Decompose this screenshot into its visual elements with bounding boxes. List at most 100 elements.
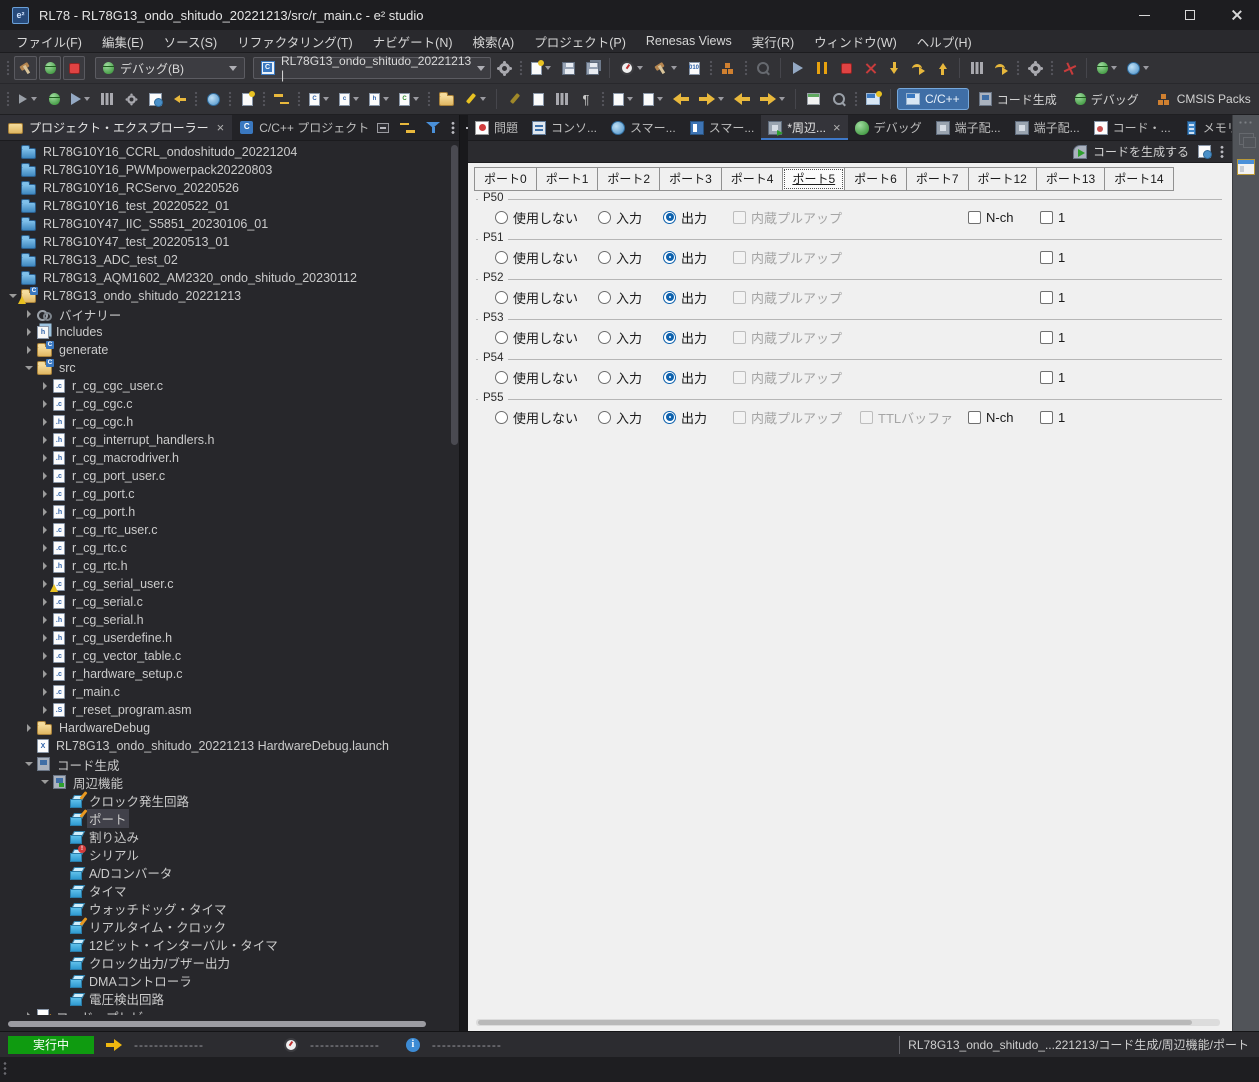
radio-icon[interactable] xyxy=(598,330,611,344)
tree-item[interactable]: コード生成 xyxy=(0,755,449,773)
view-tab[interactable]: スマー... xyxy=(683,115,762,140)
stop-debug-button[interactable] xyxy=(835,56,857,80)
tree-item[interactable]: .h r_cg_rtc.h xyxy=(0,557,449,575)
radio-option[interactable]: 入力 xyxy=(598,248,642,266)
open-perspective-button[interactable] xyxy=(862,87,884,111)
menu-item[interactable]: ヘルプ(H) xyxy=(907,30,982,53)
tree-item[interactable]: RL78G13_AQM1602_AM2320_ondo_shitudo_2023… xyxy=(0,269,449,287)
menu-item[interactable]: Renesas Views xyxy=(636,32,742,50)
terminate-button[interactable] xyxy=(63,56,85,80)
checkbox-icon[interactable] xyxy=(1040,370,1053,384)
menu-item[interactable]: プロジェクト(P) xyxy=(524,30,636,53)
chevron-collapsed-icon[interactable] xyxy=(38,434,51,447)
prev-annotation-button[interactable] xyxy=(551,87,573,111)
tree-item[interactable]: .c r_cg_vector_table.c xyxy=(0,647,449,665)
tree-item[interactable]: .h r_cg_serial.h xyxy=(0,611,449,629)
new-wizard-button[interactable] xyxy=(527,56,555,80)
checkbox-icon[interactable] xyxy=(968,210,981,224)
radio-option[interactable]: 使用しない xyxy=(495,248,578,266)
tree-item[interactable]: .c r_cg_port_user.c xyxy=(0,467,449,485)
tree-item[interactable]: ウォッチドッグ・タイマ xyxy=(0,899,449,917)
back-button[interactable] xyxy=(730,87,754,111)
checkbox-option[interactable]: 1 xyxy=(1040,408,1065,426)
tree-item[interactable]: コード・プレビュー xyxy=(0,1007,449,1015)
save-all-button[interactable] xyxy=(581,56,603,80)
build-button[interactable] xyxy=(14,56,37,80)
radio-option[interactable]: 入力 xyxy=(598,328,642,346)
new-c-source-button[interactable]: c xyxy=(335,87,363,111)
next-annotation-button[interactable] xyxy=(527,87,549,111)
debug-settings-button[interactable] xyxy=(1024,56,1046,80)
checkbox-icon[interactable] xyxy=(1040,250,1053,264)
view-menu-icon[interactable] xyxy=(1220,144,1224,159)
build-all-button[interactable] xyxy=(616,56,647,80)
checkbox-option[interactable]: 1 xyxy=(1040,208,1065,226)
menu-item[interactable]: 編集(E) xyxy=(92,30,154,53)
port-tab[interactable]: ポート0 xyxy=(474,167,537,191)
checkbox-icon[interactable] xyxy=(1040,210,1053,224)
menu-item[interactable]: 実行(R) xyxy=(742,30,804,53)
restart-button[interactable] xyxy=(43,87,65,111)
run-history-button[interactable] xyxy=(1123,56,1153,80)
launch-mode-combo[interactable]: デバッグ(B) xyxy=(95,57,245,79)
new-class-button[interactable] xyxy=(236,87,258,111)
watch-button[interactable] xyxy=(120,87,142,111)
port-tab[interactable]: ポート4 xyxy=(720,167,784,191)
checkbox-icon[interactable] xyxy=(1040,330,1053,344)
tree-item[interactable]: src xyxy=(0,358,449,377)
chevron-collapsed-icon[interactable] xyxy=(38,524,51,537)
tree-item[interactable]: 電圧検出回路 xyxy=(0,989,449,1007)
instruction-step-button[interactable] xyxy=(966,56,988,80)
radio-icon[interactable] xyxy=(663,250,676,264)
menu-item[interactable]: 検索(A) xyxy=(463,30,525,53)
checkbox-option[interactable]: 1 xyxy=(1040,248,1065,266)
new-window-button[interactable] xyxy=(802,87,824,111)
link-button[interactable] xyxy=(270,87,293,111)
radio-option[interactable]: 出力 xyxy=(663,208,707,226)
view-tab[interactable]: コード・... xyxy=(1087,115,1178,140)
tree-item[interactable]: generate xyxy=(0,340,449,359)
tree-item[interactable]: .h r_cg_macrodriver.h xyxy=(0,449,449,467)
radio-icon[interactable] xyxy=(663,370,676,384)
report-icon[interactable] xyxy=(1198,145,1212,159)
checkbox-option[interactable]: 1 xyxy=(1040,368,1065,386)
radio-icon[interactable] xyxy=(663,410,676,424)
radio-icon[interactable] xyxy=(495,330,508,344)
view-tab[interactable]: 端子配... xyxy=(1008,115,1087,140)
chevron-collapsed-icon[interactable] xyxy=(38,704,51,717)
restore-views-icon[interactable] xyxy=(1238,133,1256,148)
radio-icon[interactable] xyxy=(495,290,508,304)
step-return-button[interactable] xyxy=(931,56,953,80)
tree-item[interactable]: .c r_cg_serial_user.c xyxy=(0,575,449,593)
chevron-collapsed-icon[interactable] xyxy=(38,668,51,681)
disconnect-button[interactable] xyxy=(859,56,881,80)
tree-item[interactable]: 割り込み xyxy=(0,827,449,845)
resume-button[interactable] xyxy=(787,56,809,80)
trace-button[interactable] xyxy=(990,56,1012,80)
close-tab-icon[interactable]: × xyxy=(833,121,841,134)
tree-item[interactable]: .c r_hardware_setup.c xyxy=(0,665,449,683)
chevron-collapsed-icon[interactable] xyxy=(38,686,51,699)
step-filters-button[interactable] xyxy=(14,87,41,111)
open-element-button[interactable] xyxy=(435,87,458,111)
radio-icon[interactable] xyxy=(495,210,508,224)
tree-item[interactable]: .c r_main.c xyxy=(0,683,449,701)
port-tab[interactable]: ポート14 xyxy=(1104,167,1174,191)
chevron-expanded-icon[interactable] xyxy=(38,776,51,789)
codegen-report-button[interactable] xyxy=(144,87,166,111)
tree-item[interactable]: .S r_reset_program.asm xyxy=(0,701,449,719)
mark-occurrences-button[interactable] xyxy=(503,87,525,111)
new-cpp-project-button[interactable]: C xyxy=(395,87,423,111)
port-tab[interactable]: ポート2 xyxy=(597,167,661,191)
new-header-button[interactable]: h xyxy=(365,87,393,111)
launch-settings-button[interactable] xyxy=(493,56,515,80)
radio-icon[interactable] xyxy=(598,410,611,424)
chevron-collapsed-icon[interactable] xyxy=(38,452,51,465)
radio-icon[interactable] xyxy=(663,290,676,304)
generate-code-button[interactable]: コードを生成する xyxy=(1072,143,1189,160)
port-tab[interactable]: ポート13 xyxy=(1035,167,1106,191)
refresh-tree-button[interactable] xyxy=(168,87,190,111)
tree-item[interactable]: .c r_cg_rtc.c xyxy=(0,539,449,557)
radio-icon[interactable] xyxy=(663,330,676,344)
tree-item[interactable]: .c r_cg_serial.c xyxy=(0,593,449,611)
